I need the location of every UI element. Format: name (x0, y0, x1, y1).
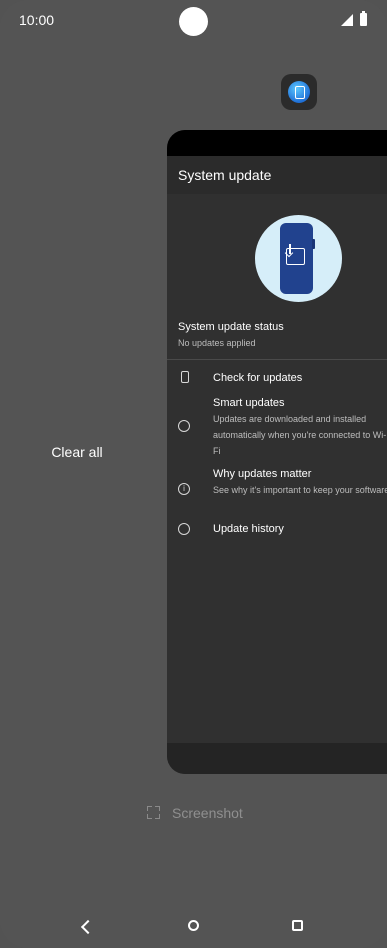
home-icon[interactable] (188, 920, 199, 931)
app-icon[interactable] (281, 74, 317, 110)
list-item-title: Why updates matter (213, 468, 312, 480)
phone-check-icon (181, 371, 189, 383)
recents-icon[interactable] (292, 920, 303, 931)
list-item-title: Update history (213, 523, 284, 535)
camera-cutout (179, 7, 208, 36)
list-item-desc: Updates are downloaded and installed aut… (213, 414, 387, 456)
clear-all-button[interactable]: Clear all (48, 444, 106, 460)
list-item-title: Check for updates (213, 372, 303, 384)
divider (167, 359, 387, 360)
history-icon (178, 523, 190, 535)
info-icon: i (178, 483, 190, 495)
status-bar: 10:00 (0, 0, 387, 42)
phone-illustration (280, 223, 313, 294)
card-nav-strip (167, 743, 387, 774)
screenshot-icon (147, 806, 160, 819)
screenshot-label: Screenshot (172, 805, 243, 821)
phone-side-button (312, 239, 315, 249)
navigation-bar (0, 904, 387, 948)
back-icon[interactable] (80, 919, 96, 935)
page-title: System update (178, 167, 272, 183)
list-item-title: Smart updates (213, 397, 285, 409)
update-status-value: No updates applied (178, 338, 256, 348)
battery-icon (360, 11, 367, 26)
phone-download-icon (255, 215, 342, 302)
update-status-title: System update status (178, 321, 284, 333)
card-status-strip (167, 130, 387, 156)
app-logo-icon (288, 81, 310, 103)
status-time: 10:00 (19, 12, 55, 28)
refresh-icon (178, 420, 190, 432)
list-item-desc: See why it's important to keep your soft… (213, 482, 387, 498)
recents-screen: 10:00 Clear all System update System upd… (0, 0, 387, 948)
download-arrow-icon (289, 244, 291, 254)
signal-icon (341, 14, 353, 26)
task-card-system-update[interactable]: System update System update status No up… (167, 130, 387, 774)
list-item-desc-text: See why it's important to keep your soft… (213, 485, 387, 495)
